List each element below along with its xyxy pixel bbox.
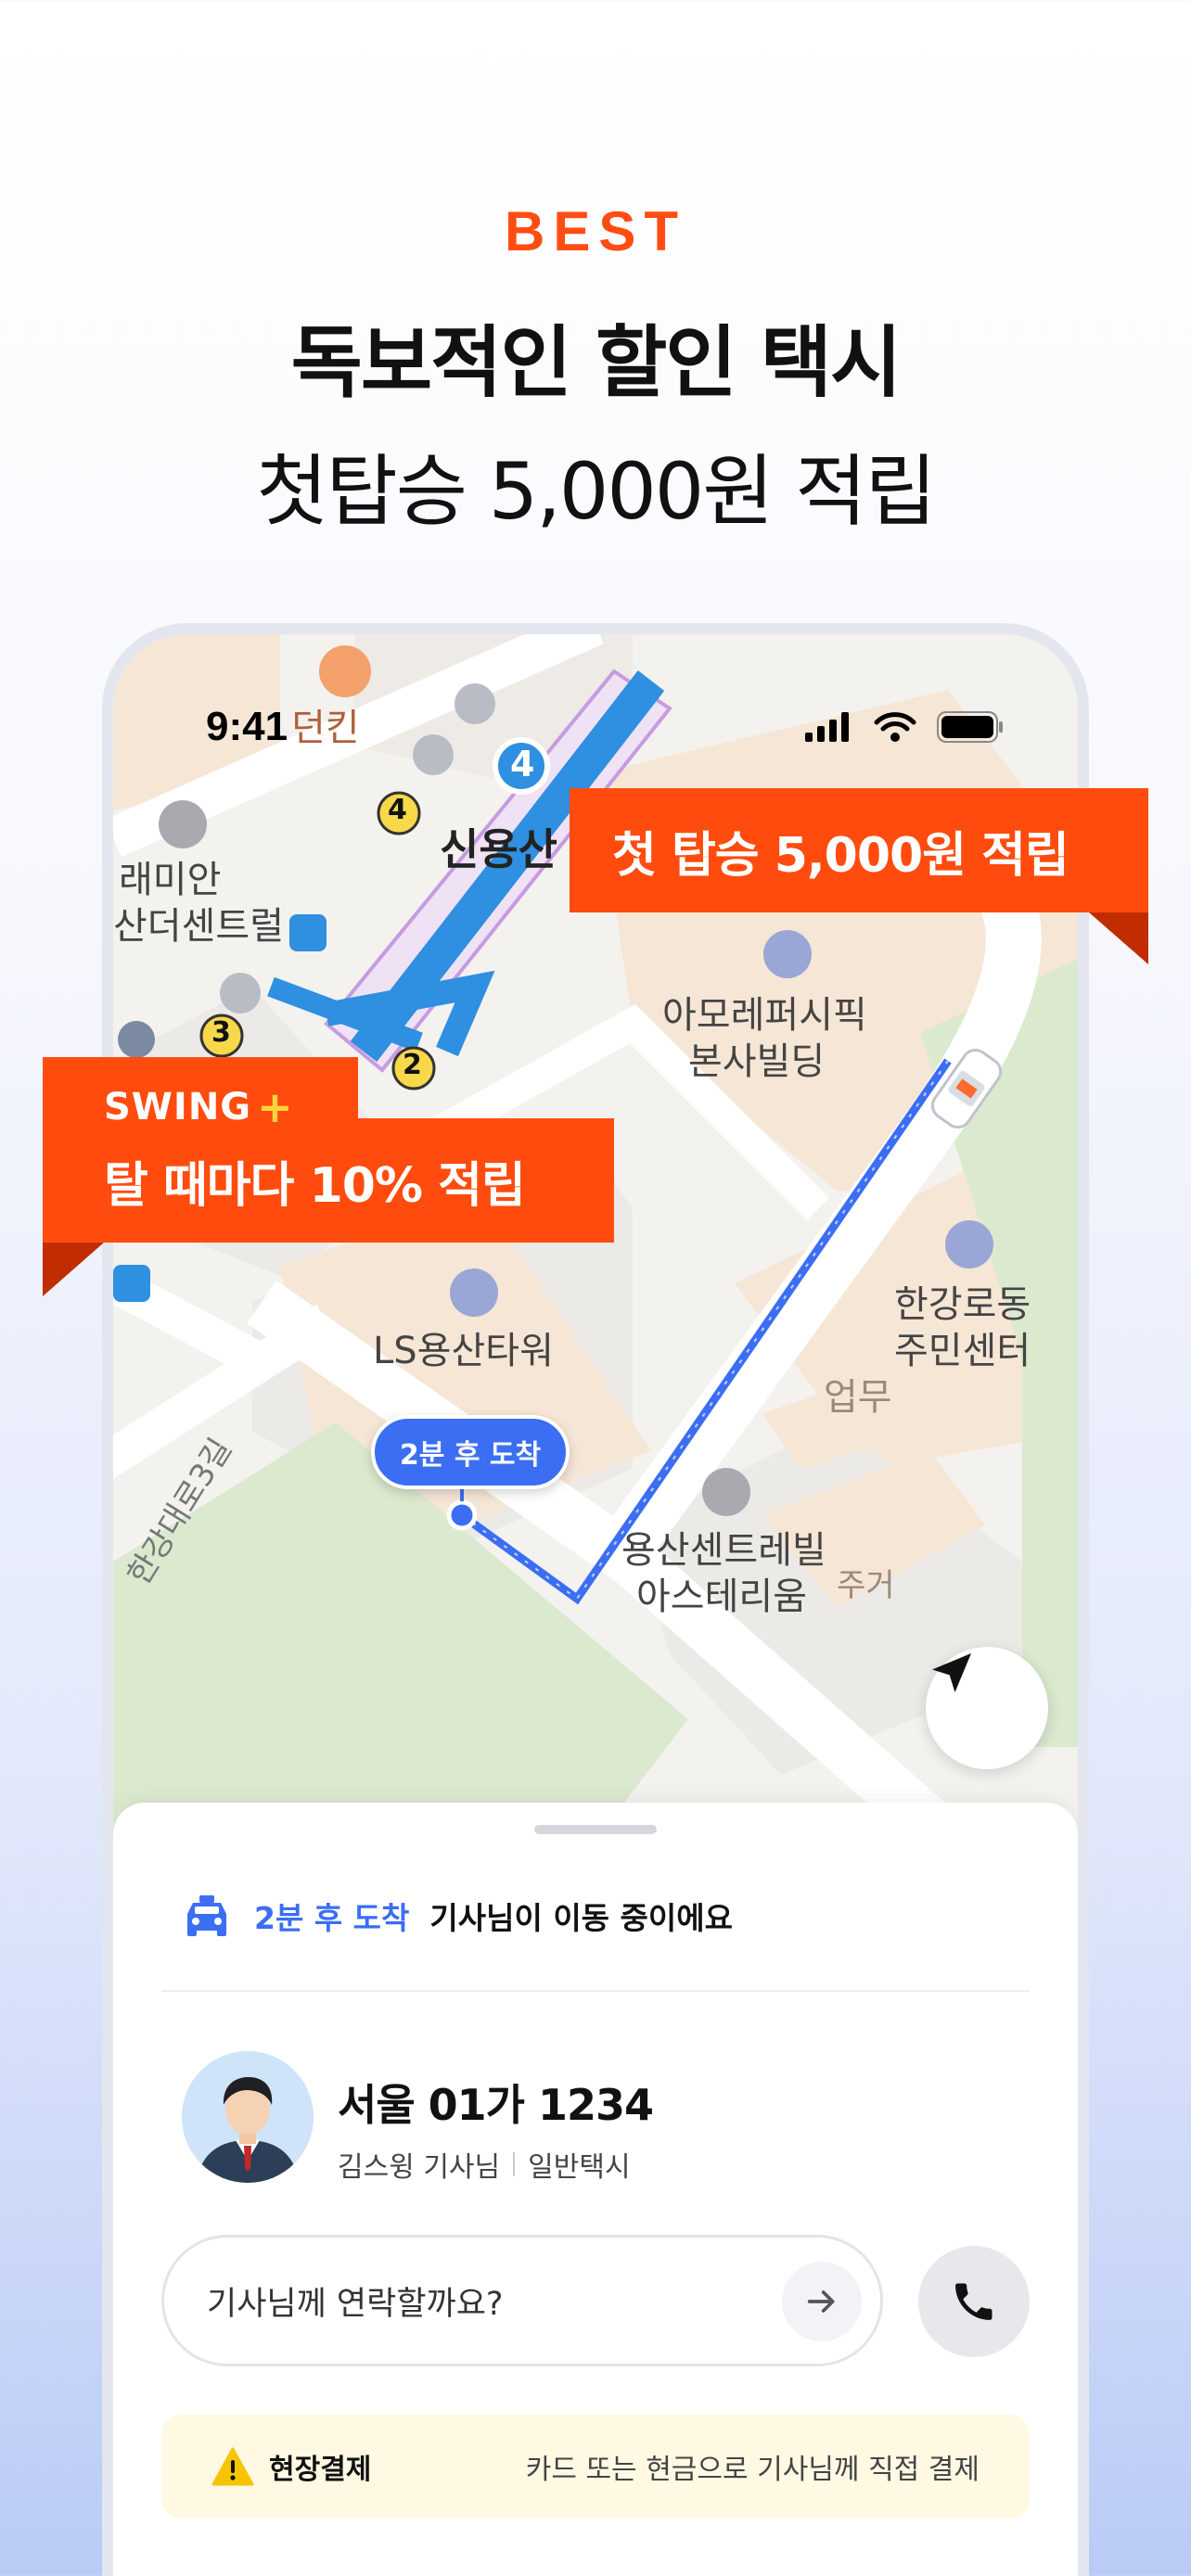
page-title: 독보적인 할인 택시 (290, 317, 903, 408)
taxi-icon (187, 1895, 226, 1936)
status-icons (805, 711, 1004, 743)
locate-me-button[interactable] (926, 1647, 1048, 1769)
call-button[interactable] (918, 2246, 1030, 2357)
swing-brand-text: SWING (104, 1086, 252, 1129)
driver-name: 김스윙 기사님 (338, 2151, 501, 2184)
eta-row: 2분 후 도착 기사님이 이동 중이에요 (182, 1894, 733, 1938)
license-plate: 서울 01가 1234 (338, 2080, 654, 2130)
phone-mockup: 4 3 2 4 던킨 신용산 래미안 산더센트럴 아모레퍼시픽 본사빌딩 LS용… (102, 623, 1089, 2576)
swing-brand-banner: SWING + (43, 1057, 358, 1157)
exit-4-label: 4 (388, 794, 407, 826)
map-label-station: 신용산 (440, 824, 557, 874)
map-label-office: 업무 (824, 1376, 892, 1419)
sheet-handle[interactable] (534, 1825, 657, 1834)
eta-text: 2분 후 도착 (254, 1900, 410, 1936)
page-subtitle: 첫탑승 5,000원 적립 (256, 446, 937, 537)
message-input[interactable]: 기사님께 연락할까요? (161, 2235, 883, 2366)
divider (161, 1990, 1030, 1992)
warning-icon (211, 2447, 254, 2486)
status-bar: 9:41 (113, 699, 1078, 755)
payment-notice: 현장결제 카드 또는 현금으로 기사님께 직접 결제 (161, 2415, 1030, 2519)
send-button[interactable] (782, 2262, 862, 2341)
message-placeholder: 기사님께 연락할까요? (207, 2285, 504, 2323)
map-label-ls-tower: LS용산타워 (373, 1330, 554, 1372)
ride-status-sheet: 2분 후 도착 기사님이 이동 중이에요 서울 01가 1234 김스윙 기사님… (113, 1803, 1078, 2576)
exit-2-label: 2 (403, 1049, 422, 1081)
first-ride-banner-text: 첫 탑승 5,000원 적립 (612, 827, 1069, 884)
map-label-apartment-2: 산더센트럴 (113, 905, 284, 948)
swing-plus-icon: + (257, 1082, 294, 1132)
driver-status-text: 기사님이 이동 중이에요 (429, 1900, 733, 1936)
arrow-right-icon (807, 2290, 835, 2313)
map-label-hangang-2: 주민센터 (894, 1330, 1031, 1372)
avatar (182, 2051, 314, 2183)
exit-3-label: 3 (211, 1016, 231, 1049)
banner-fold (1089, 912, 1148, 964)
battery-icon (937, 711, 1003, 743)
map-label-amore-2: 본사빌딩 (688, 1040, 826, 1083)
payment-title: 현장결제 (269, 2454, 372, 2486)
map-label-residence-tag: 주거 (837, 1567, 895, 1604)
phone-icon (955, 2283, 992, 2320)
signal-icon (805, 712, 849, 742)
taxi-type: 일반택시 (528, 2151, 631, 2184)
status-time: 9:41 (206, 704, 288, 749)
separator (513, 2152, 516, 2176)
navigation-arrow-icon (932, 1653, 971, 1692)
headline: BEST 독보적인 할인 택시 첫탑승 5,000원 적립 (0, 199, 1191, 542)
driver-info: 김스윙 기사님 일반택시 (338, 2144, 631, 2185)
payment-description: 카드 또는 현금으로 기사님께 직접 결제 (525, 2454, 980, 2486)
wifi-icon (874, 712, 916, 742)
eta-bubble: 2분 후 도착 (371, 1415, 570, 1489)
best-badge: BEST (504, 200, 687, 262)
first-ride-banner: 첫 탑승 5,000원 적립 (570, 788, 1148, 912)
map-label-residence-2: 아스테리움 (636, 1575, 807, 1618)
driver-avatar-icon (182, 2051, 314, 2183)
banner-fold (43, 1243, 104, 1296)
